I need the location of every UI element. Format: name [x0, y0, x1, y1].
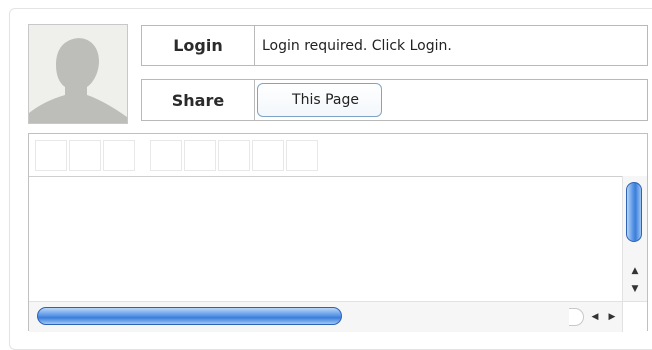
login-status-text: Login required. Click Login. [254, 25, 648, 66]
toolbar-button[interactable] [69, 140, 101, 171]
horizontal-track-end [569, 308, 584, 326]
editor-box: ▲ ▼ ◀ ▶ [28, 133, 648, 332]
toolbar-button[interactable] [35, 140, 67, 171]
editor-content-area[interactable] [29, 176, 624, 301]
editor-toolbar [29, 134, 647, 177]
vertical-scrollbar[interactable]: ▲ ▼ [622, 176, 647, 301]
horizontal-scroll-thumb[interactable] [37, 307, 342, 325]
share-this-page-button[interactable]: This Page [257, 83, 382, 117]
default-user-silhouette-icon [29, 25, 127, 123]
arrow-right-icon[interactable]: ▶ [604, 309, 620, 325]
toolbar-button[interactable] [103, 140, 135, 171]
arrow-down-icon[interactable]: ▼ [623, 280, 647, 298]
share-label: Share [141, 79, 255, 121]
scrollbar-corner [622, 301, 647, 332]
toolbar-button[interactable] [150, 140, 182, 171]
horizontal-scrollbar[interactable]: ◀ ▶ [29, 301, 625, 332]
arrow-up-icon[interactable]: ▲ [623, 262, 647, 280]
toolbar-button[interactable] [286, 140, 318, 171]
avatar[interactable] [28, 24, 128, 124]
login-label: Login [141, 25, 255, 66]
toolbar-button[interactable] [184, 140, 216, 171]
toolbar-button[interactable] [218, 140, 250, 171]
vertical-scroll-thumb[interactable] [626, 182, 642, 242]
arrow-left-icon[interactable]: ◀ [587, 309, 603, 325]
toolbar-button[interactable] [252, 140, 284, 171]
